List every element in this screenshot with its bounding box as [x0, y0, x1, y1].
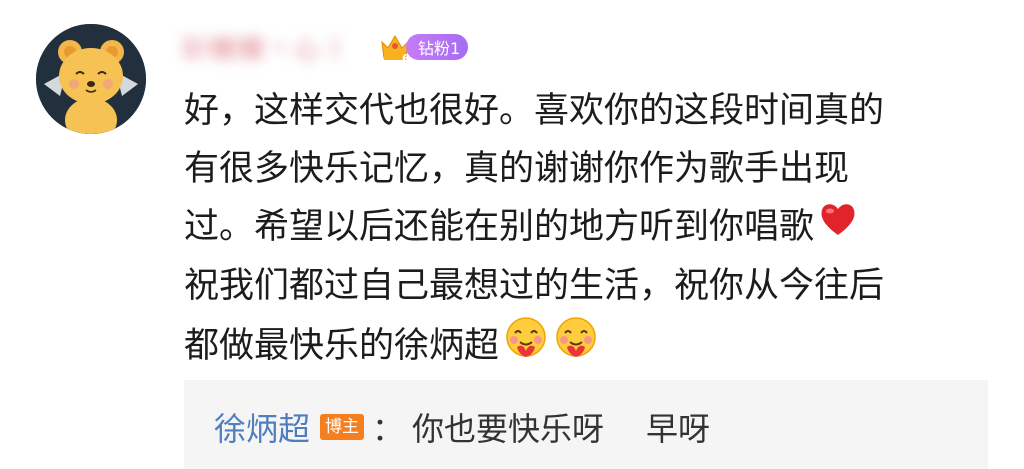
username-text[interactable]: 砂糖糖丶心丨 [182, 29, 350, 66]
hugging-face-icon [553, 315, 599, 379]
reply-text: 你也要快乐呀 [412, 410, 605, 448]
reply-author-name[interactable]: 徐炳超 [214, 404, 310, 450]
comment-body: 好，这样交代也很好。喜欢你的这段时间真的 有很多快乐记忆，真的谢谢你作为歌手出现… [184, 82, 984, 379]
comment-line: 祝我们都过自己最想过的生活，祝你从今往后 [184, 266, 885, 306]
reply-line: 徐炳超 博主 ： 你也要快乐呀 早呀 [214, 404, 710, 450]
comment-line: 过。希望以后还能在别的地方听到你唱歌 [184, 198, 984, 257]
red-heart-icon [818, 199, 858, 257]
comment-line-text: 过。希望以后还能在别的地方听到你唱歌 [184, 207, 815, 247]
fan-badge-label: 钻粉1 [406, 34, 469, 60]
comment-line-text: 都做最快乐的徐炳超 [184, 326, 500, 366]
hugging-face-icon [503, 315, 549, 379]
fan-badge[interactable]: 6 钻粉1 [378, 30, 469, 64]
cartoon-bear-avatar-icon [36, 24, 146, 134]
avatar[interactable] [36, 24, 146, 134]
reply-text-2: 早呀 [646, 410, 711, 448]
host-badge: 博主 [320, 414, 365, 440]
comment-line: 有很多快乐记忆，真的谢谢你作为歌手出现 [184, 149, 850, 189]
reply-separator: ： [372, 410, 405, 448]
comment-line: 都做最快乐的徐炳超 [184, 315, 984, 379]
reply-box[interactable]: 徐炳超 博主 ： 你也要快乐呀 早呀 [184, 380, 988, 469]
comment-line: 好，这样交代也很好。喜欢你的这段时间真的 [184, 91, 885, 131]
comment-username[interactable]: 砂糖糖丶心丨 [182, 29, 350, 66]
